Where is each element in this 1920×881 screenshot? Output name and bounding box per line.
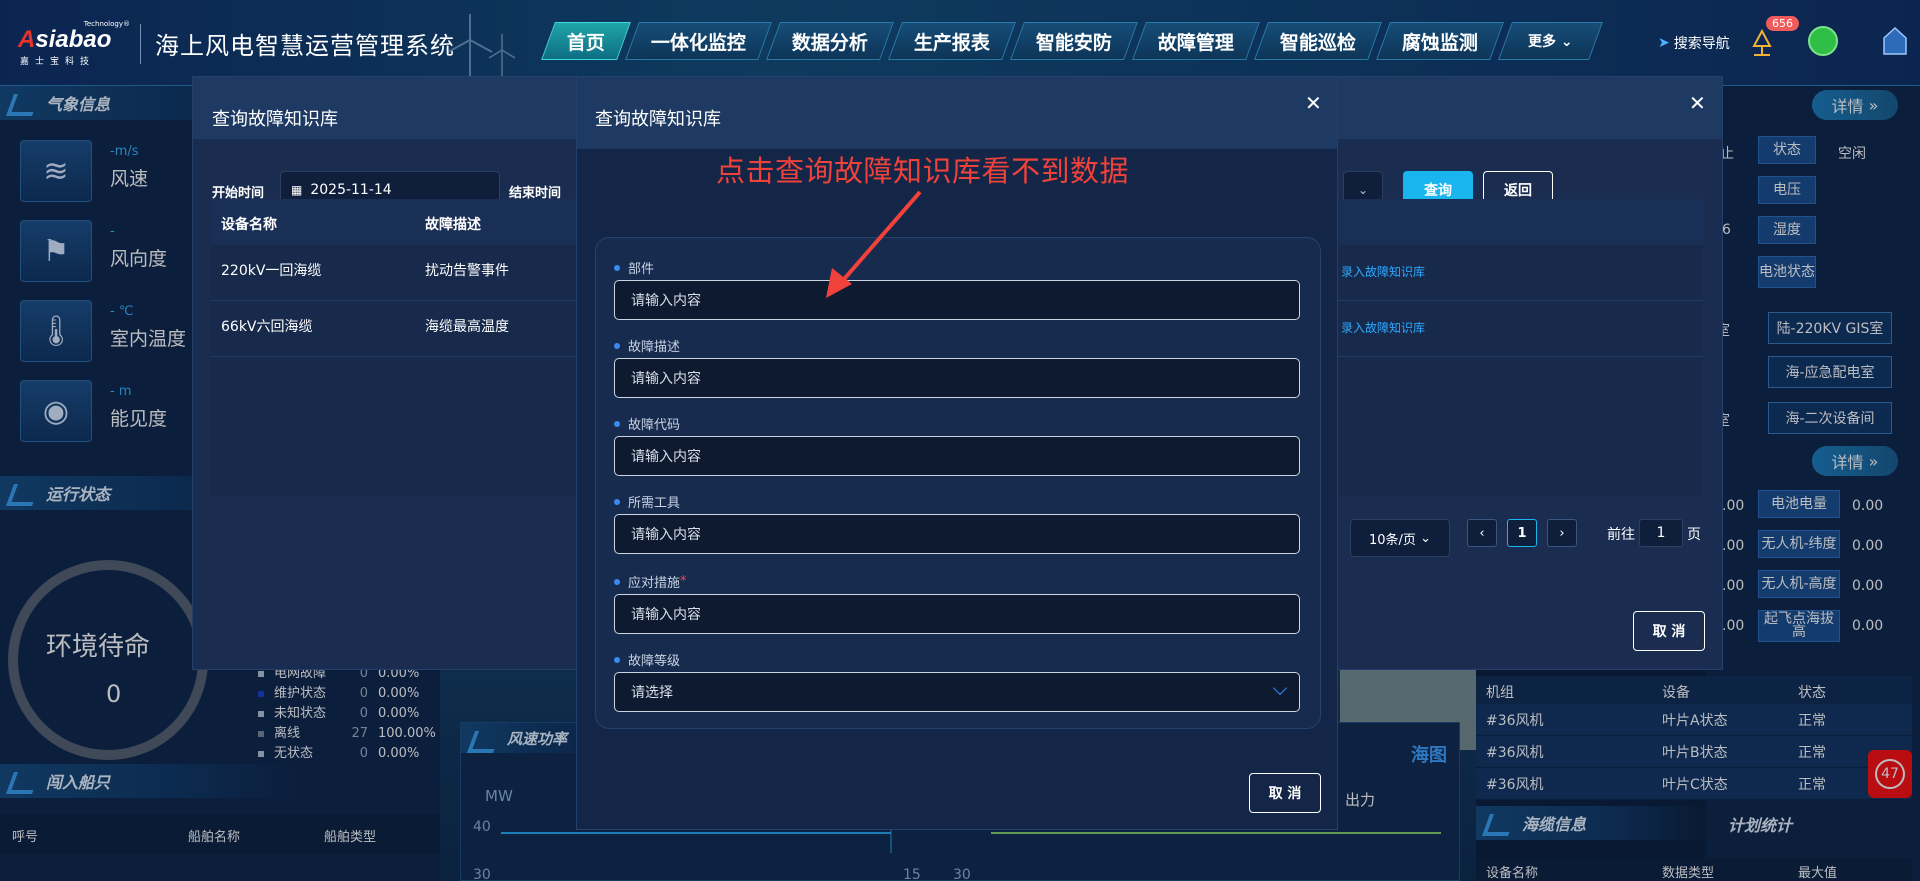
fault-description-input[interactable]: 请输入内容: [614, 358, 1300, 398]
goto-prefix: 前往: [1607, 527, 1635, 543]
system-title: 海上风电智慧运营管理系统: [155, 32, 455, 60]
field-label-component: 部件: [614, 258, 654, 277]
chevron-down-icon: ⌄: [1420, 530, 1431, 546]
goto-suffix: 页: [1687, 527, 1701, 543]
field-label-countermeasures: 应对措施 *: [614, 572, 687, 591]
next-page-button[interactable]: ›: [1547, 519, 1577, 547]
dialog-title: 查询故障知识库: [595, 109, 721, 130]
nav-more[interactable]: 更多 ⌄: [1498, 22, 1603, 60]
alarm-count-badge: 656: [1766, 16, 1799, 31]
alarm-bell-icon[interactable]: [1748, 28, 1776, 58]
header-divider: [140, 24, 141, 64]
enter-knowledge-link[interactable]: 录入故障知识库: [1341, 319, 1425, 336]
main-nav: 首页 一体化监控 数据分析 生产报表 智能安防 故障管理 智能巡检 腐蚀监测 更…: [541, 22, 1603, 60]
download-icon[interactable]: [1808, 26, 1838, 56]
field-label-required-tools: 所需工具: [614, 492, 680, 511]
required-asterisk: *: [680, 574, 687, 589]
outer-cancel-button[interactable]: 取 消: [1633, 611, 1705, 651]
nav-data-analysis[interactable]: 数据分析: [766, 22, 894, 60]
red-arrow-icon: [826, 190, 922, 298]
send-arrow-icon: ➤: [1658, 35, 1670, 51]
dialog-header: 查询故障知识库 ✕: [577, 77, 1337, 149]
page-number-button[interactable]: 1: [1507, 519, 1537, 547]
company-logo: Technology® Asiabao 嘉士宝科技: [18, 20, 130, 67]
calendar-icon: ▦: [291, 183, 303, 197]
dialog-title: 查询故障知识库: [212, 109, 338, 130]
inner-cancel-button[interactable]: 取 消: [1249, 773, 1321, 813]
top-header: Technology® Asiabao 嘉士宝科技 海上风电智慧运营管理系统 首…: [0, 0, 1920, 86]
search-nav-button[interactable]: ➤ 搜索导航: [1658, 33, 1730, 53]
nav-smart-inspection[interactable]: 智能巡检: [1254, 22, 1383, 60]
user-home-icon[interactable]: [1880, 26, 1910, 56]
field-label-fault-level: 故障等级: [614, 650, 680, 669]
page-size-select[interactable]: 10条/页 ⌄: [1350, 519, 1450, 557]
field-label-fault-code: 故障代码: [614, 414, 680, 433]
enter-knowledge-link[interactable]: 录入故障知识库: [1341, 263, 1425, 280]
fault-level-select[interactable]: 请选择: [614, 672, 1300, 712]
chevron-down-icon: [1272, 680, 1288, 696]
component-input[interactable]: 请输入内容: [614, 280, 1300, 320]
close-icon[interactable]: ✕: [1689, 91, 1706, 115]
nav-smart-security[interactable]: 智能安防: [1010, 22, 1138, 60]
nav-production-report[interactable]: 生产报表: [888, 22, 1016, 60]
nav-fault-management[interactable]: 故障管理: [1132, 22, 1261, 60]
wind-turbine-icon: [447, 14, 516, 80]
close-icon[interactable]: ✕: [1305, 91, 1322, 115]
nav-integrated-monitoring[interactable]: 一体化监控: [625, 22, 772, 60]
countermeasures-input[interactable]: 请输入内容: [614, 594, 1300, 634]
red-annotation-text: 点击查询故障知识库看不到数据: [716, 154, 1130, 188]
fault-code-input[interactable]: 请输入内容: [614, 436, 1300, 476]
chevron-down-icon: ⌄: [1561, 34, 1573, 50]
nav-corrosion-monitoring[interactable]: 腐蚀监测: [1376, 22, 1505, 60]
required-tools-input[interactable]: 请输入内容: [614, 514, 1300, 554]
chevron-down-icon: ⌄: [1357, 183, 1369, 197]
nav-home[interactable]: 首页: [541, 22, 631, 60]
fault-form: 部件 请输入内容 故障描述 请输入内容 故障代码 请输入内容 所需工具 请输入内…: [595, 237, 1321, 729]
prev-page-button[interactable]: ‹: [1467, 519, 1497, 547]
goto-page-input[interactable]: 1: [1639, 519, 1683, 547]
field-label-fault-description: 故障描述: [614, 336, 680, 355]
